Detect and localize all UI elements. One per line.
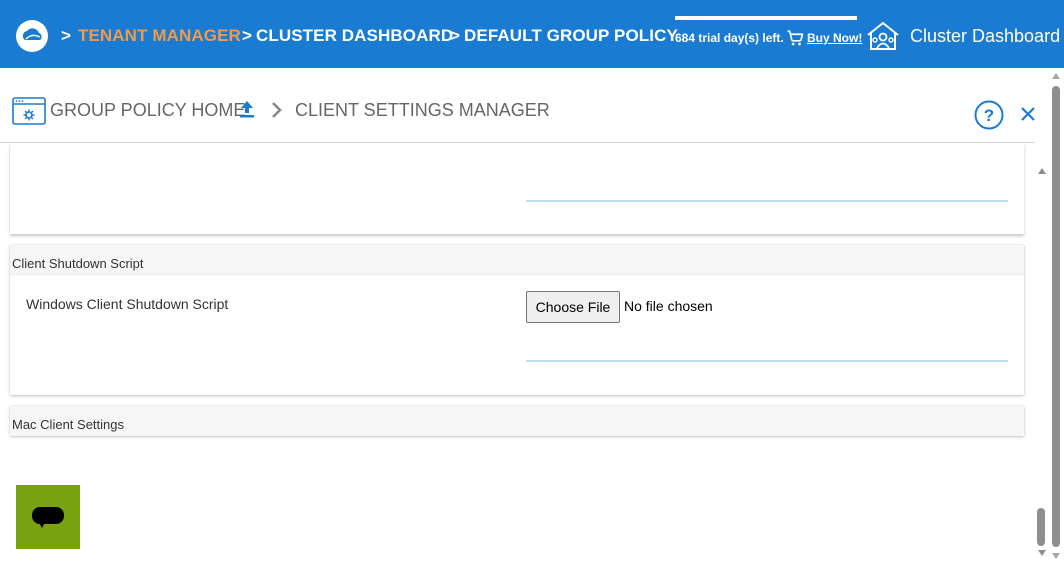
chevron-right-icon — [272, 102, 282, 118]
breadcrumb-separator: > — [61, 26, 72, 45]
scroll-up-arrow[interactable] — [1052, 73, 1060, 79]
chat-icon — [32, 507, 64, 524]
group-policy-home-link[interactable]: GROUP POLICY HOME — [50, 100, 245, 121]
cluster-home-icon — [867, 21, 899, 50]
page-title: Cluster Dashboard — [910, 26, 1061, 46]
file-status-text: No file chosen — [624, 298, 713, 314]
cart-icon[interactable] — [786, 29, 804, 47]
breadcrumb-cluster-dashboard[interactable]: CLUSTER DASHBOARD — [256, 26, 453, 46]
breadcrumb-tenant-manager[interactable]: TENANT MANAGER — [78, 26, 241, 46]
windows-shutdown-script-label: Windows Client Shutdown Script — [26, 296, 229, 312]
inner-scroll-down-arrow[interactable] — [1038, 550, 1046, 556]
upload-icon[interactable] — [238, 100, 256, 118]
mac-client-settings-card[interactable]: Mac Client Settings — [10, 406, 1024, 436]
breadcrumb-separator: > — [450, 26, 461, 45]
client-shutdown-script-card: Client Shutdown Script — [10, 245, 1024, 395]
section-title: Mac Client Settings — [10, 406, 1024, 436]
field-underline — [526, 360, 1008, 362]
buy-now-link[interactable]: Buy Now! — [807, 31, 862, 45]
inner-scroll-up-arrow[interactable] — [1038, 168, 1046, 174]
section-title: Client Shutdown Script — [10, 245, 1024, 275]
scroll-down-arrow[interactable] — [1052, 553, 1060, 559]
breadcrumb-default-group-policy[interactable]: DEFAULT GROUP POLICY — [464, 26, 678, 46]
cloud-logo-icon[interactable] — [16, 20, 48, 52]
choose-file-button[interactable]: Choose File — [526, 291, 620, 323]
group-policy-icon — [12, 97, 46, 125]
chat-icon-tail — [38, 521, 46, 528]
breadcrumb-separator: > — [242, 26, 253, 45]
chat-button[interactable] — [16, 485, 80, 549]
trial-days-text: 684 trial day(s) left. — [675, 31, 784, 45]
inner-scrollbar-thumb[interactable] — [1037, 508, 1045, 546]
previous-settings-card — [10, 143, 1024, 234]
help-icon[interactable]: ? — [974, 100, 1004, 130]
current-page-label: CLIENT SETTINGS MANAGER — [295, 100, 550, 120]
field-underline — [526, 200, 1008, 202]
outer-scrollbar-thumb[interactable] — [1052, 86, 1060, 547]
help-glyph: ? — [984, 106, 994, 125]
trial-progress-bar — [675, 16, 857, 20]
